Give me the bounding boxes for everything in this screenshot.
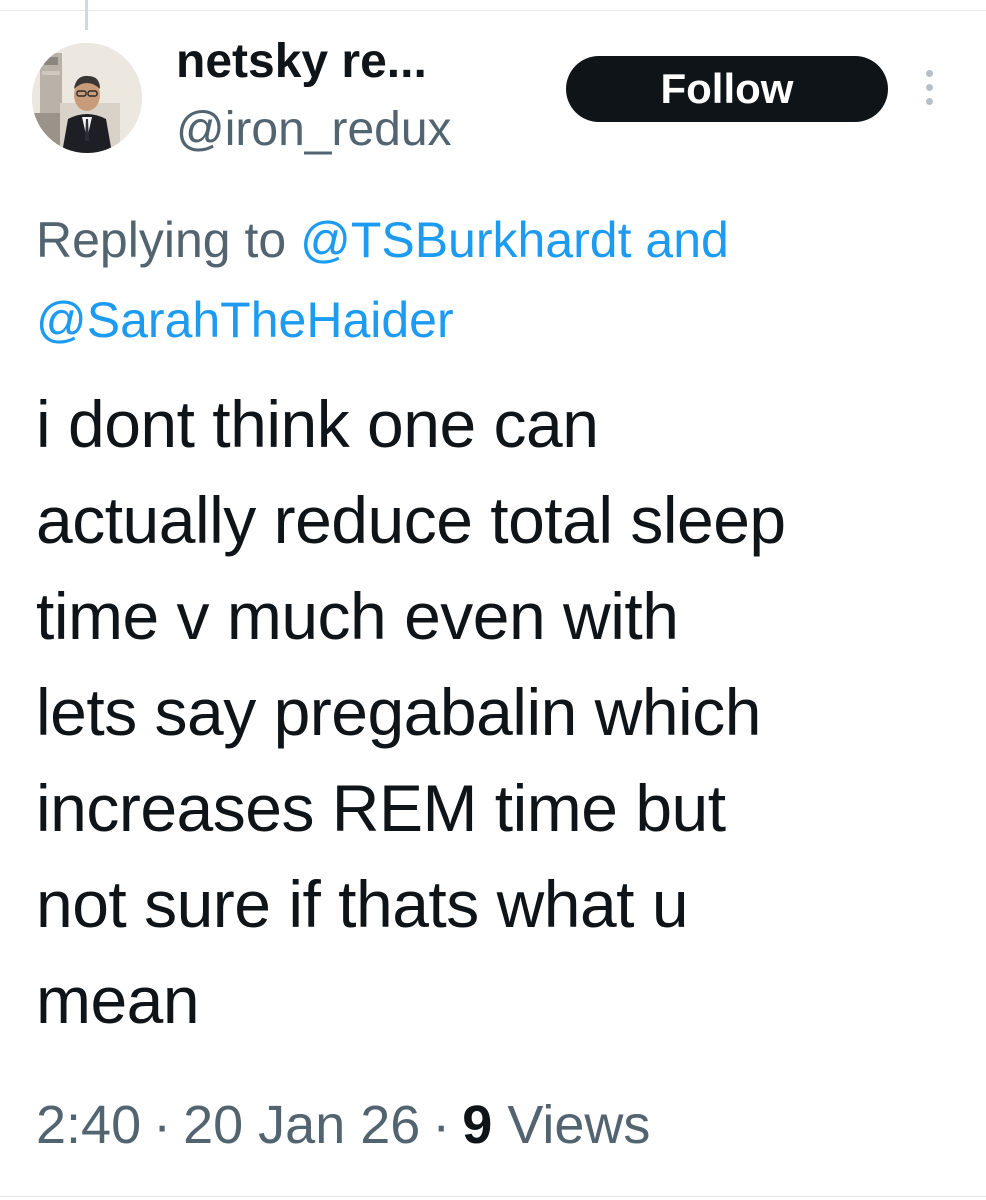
more-dot [926, 70, 933, 77]
bottom-divider [0, 1196, 986, 1197]
mention-link-sarahthehaider[interactable]: @SarahTheHaider [36, 292, 454, 348]
meta-separator: · [432, 1095, 451, 1155]
display-name[interactable]: netsky re... [176, 32, 427, 92]
avatar[interactable] [32, 43, 142, 153]
tweet-metadata: 2:40 · 20 Jan 26 · 9 Views [36, 1090, 650, 1160]
avatar-photo [32, 43, 142, 153]
mention-link-tsburkhardt[interactable]: @TSBurkhardt [300, 212, 631, 268]
meta-separator: · [153, 1095, 172, 1155]
reply-context: Replying to @TSBurkhardt and @SarahTheHa… [36, 200, 966, 360]
mention-conjunction[interactable]: and [645, 212, 728, 268]
views-label: Views [507, 1095, 651, 1155]
tweet-text: i dont think one can actually reduce tot… [36, 387, 786, 1037]
more-dot [926, 84, 933, 91]
tweet-date[interactable]: 20 Jan 26 [183, 1095, 420, 1155]
thread-connector-line [85, 0, 88, 30]
tweet-time[interactable]: 2:40 [36, 1095, 141, 1155]
more-vertical-icon[interactable] [918, 68, 942, 108]
replying-prefix: Replying to [36, 212, 287, 268]
top-divider [0, 10, 986, 11]
views-count: 9 [462, 1095, 493, 1155]
user-handle[interactable]: @iron_redux [176, 100, 452, 160]
follow-button[interactable]: Follow [566, 56, 888, 122]
more-dot [926, 98, 933, 105]
